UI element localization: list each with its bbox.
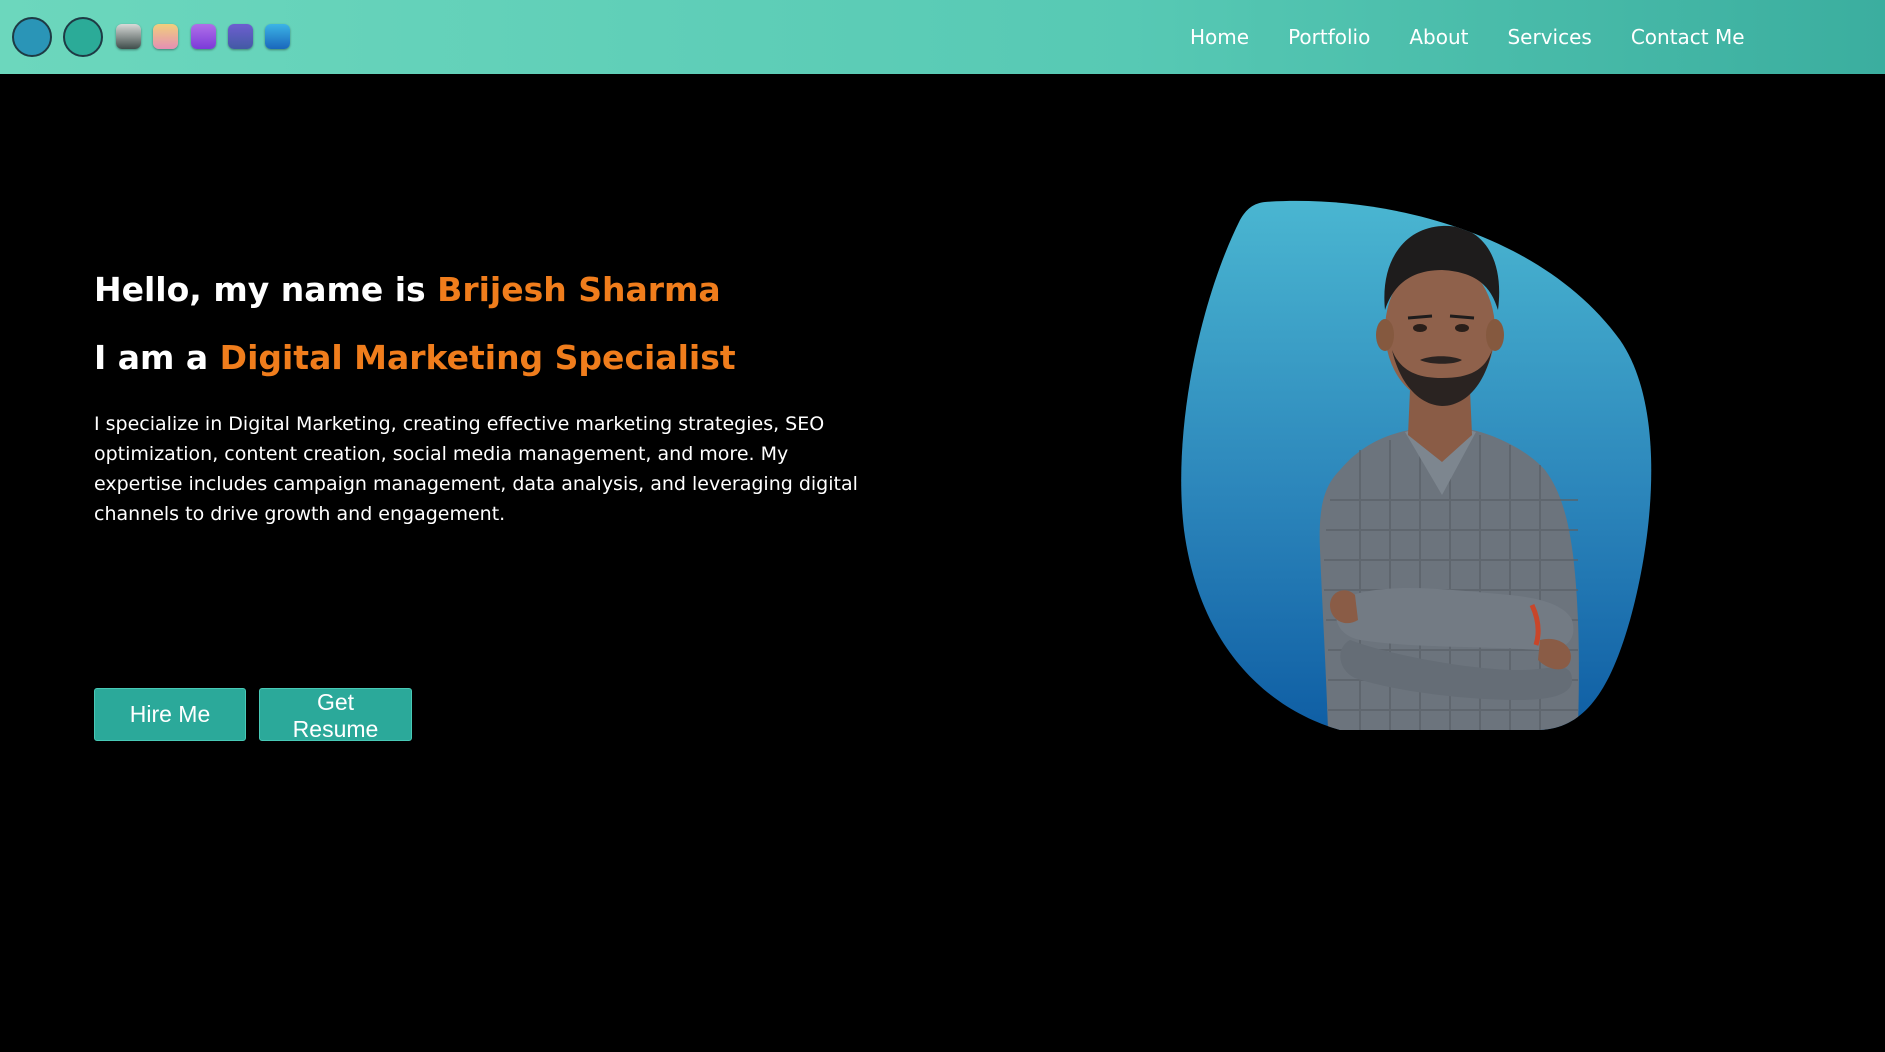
main-nav: Home Portfolio About Services Contact Me bbox=[1190, 24, 1784, 50]
nav-contact[interactable]: Contact Me bbox=[1631, 24, 1745, 50]
navbar: Home Portfolio About Services Contact Me bbox=[0, 0, 1885, 74]
hero-description: I specialize in Digital Marketing, creat… bbox=[94, 413, 858, 525]
role-title: Digital Marketing Specialist bbox=[219, 338, 736, 377]
color-swatch-purple[interactable] bbox=[191, 24, 216, 49]
nav-portfolio[interactable]: Portfolio bbox=[1288, 24, 1370, 50]
portrait-illustration bbox=[1181, 200, 1652, 730]
nav-about[interactable]: About bbox=[1409, 24, 1468, 50]
theme-toggle-teal[interactable] bbox=[63, 17, 103, 57]
greeting-prefix: Hello, my name is bbox=[94, 270, 438, 309]
theme-toggle-blue[interactable] bbox=[12, 17, 52, 57]
greeting-heading: Hello, my name is Brijesh Sharma bbox=[94, 268, 874, 312]
role-prefix: I am a bbox=[94, 338, 220, 377]
portrait-photo bbox=[1180, 200, 1655, 730]
nav-home[interactable]: Home bbox=[1190, 24, 1249, 50]
color-swatch-peach[interactable] bbox=[153, 24, 178, 49]
person-name: Brijesh Sharma bbox=[437, 270, 721, 309]
color-swatch-blue[interactable] bbox=[265, 24, 290, 49]
get-resume-button[interactable]: Get Resume bbox=[259, 688, 412, 742]
color-swatch-indigo[interactable] bbox=[228, 24, 253, 49]
color-swatch-gray[interactable] bbox=[116, 24, 141, 49]
role-heading: I am a Digital Marketing Specialist bbox=[94, 336, 874, 380]
nav-services[interactable]: Services bbox=[1507, 24, 1591, 50]
hero-text: Hello, my name is Brijesh Sharma I am a … bbox=[94, 268, 874, 529]
hero-buttons: Hire Me Get Resume bbox=[94, 688, 412, 742]
hire-me-button[interactable]: Hire Me bbox=[94, 688, 246, 741]
